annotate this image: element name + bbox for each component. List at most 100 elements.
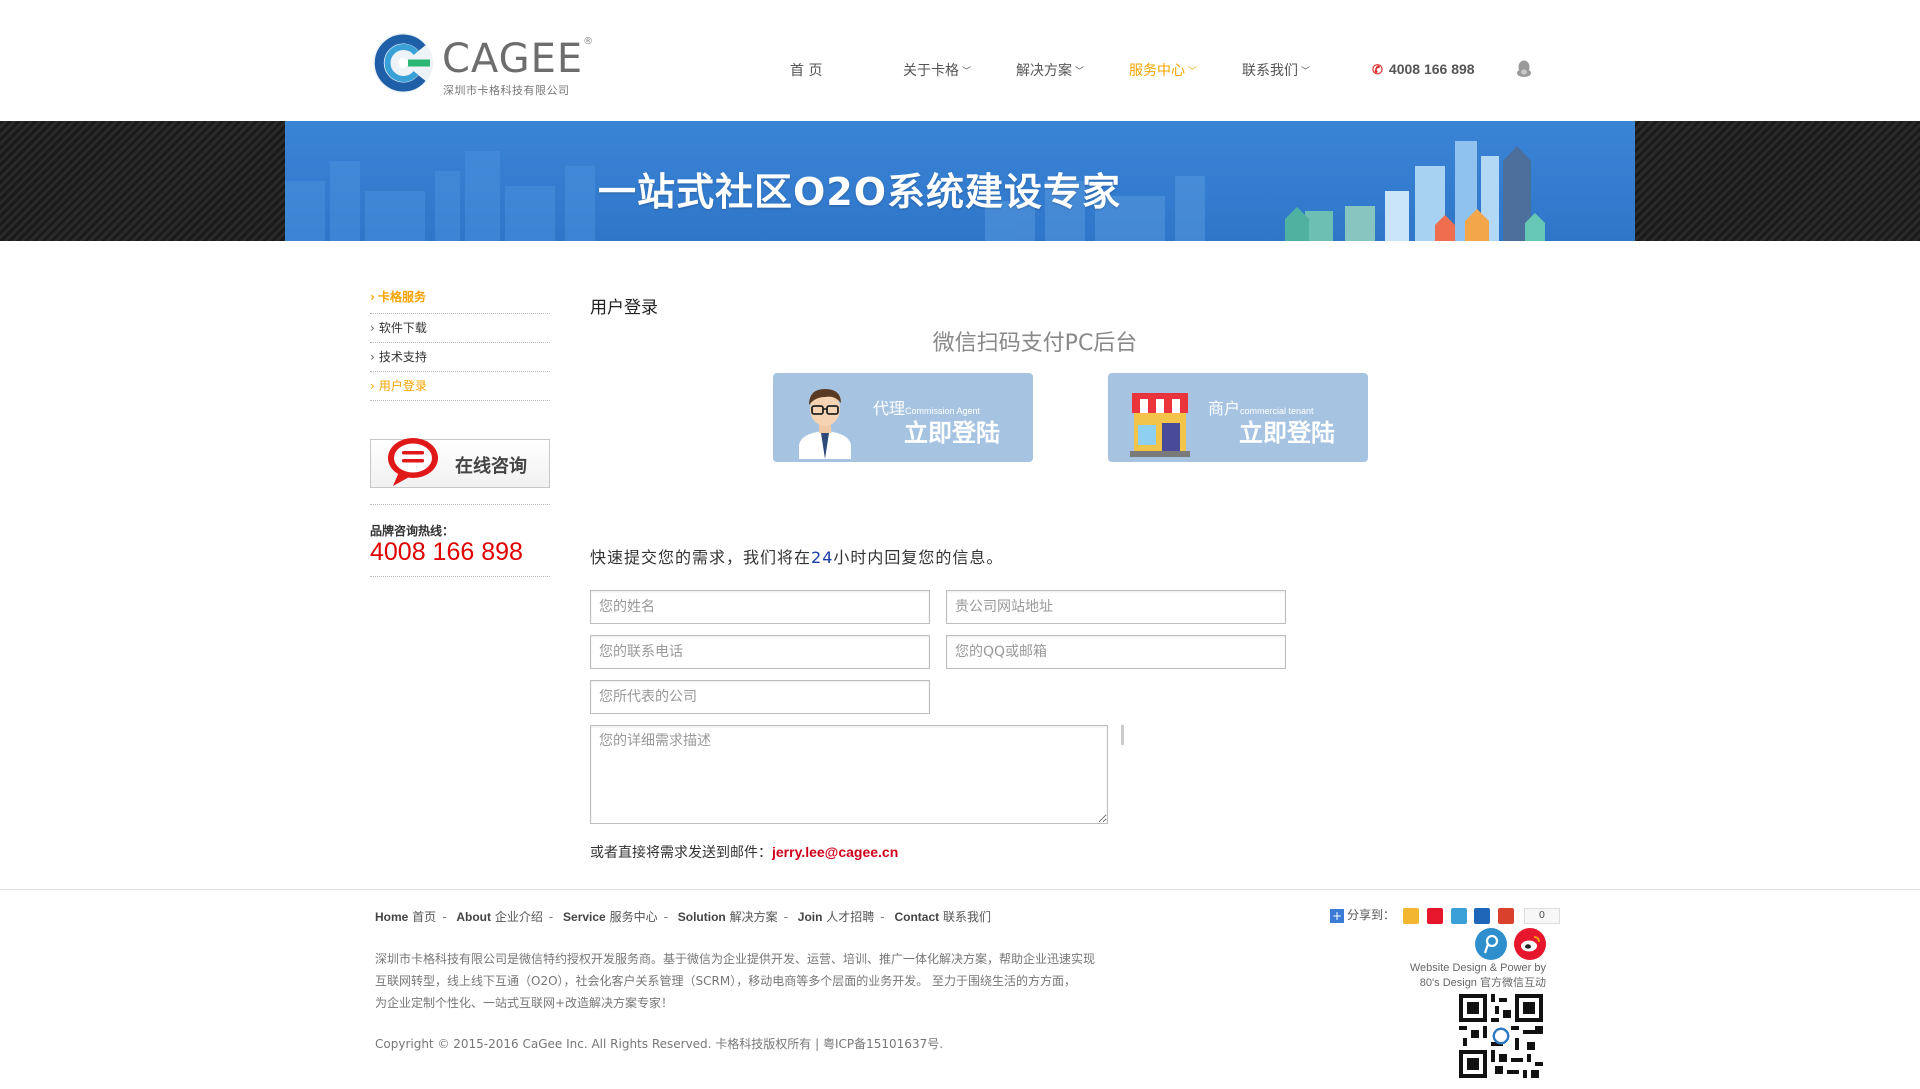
footer-link-en: Contact bbox=[894, 910, 940, 924]
cagee-logo-mark-icon bbox=[373, 33, 433, 93]
chevron-right-icon: › bbox=[370, 290, 375, 304]
hotline-number: 4008 166 898 bbox=[370, 538, 523, 566]
qzone-icon[interactable] bbox=[1402, 907, 1419, 924]
chevron-right-icon: › bbox=[370, 379, 375, 393]
sidebar-item-label: 用户登录 bbox=[378, 379, 427, 393]
company-description-line: 为企业定制个性化、一站式互联网+改造解决方案专家！ bbox=[375, 996, 674, 1010]
design-credit-line: Website Design & Power by bbox=[1409, 962, 1546, 974]
sidebar-item-label: 技术支持 bbox=[378, 350, 427, 364]
phone-icon: ✆ bbox=[1372, 62, 1383, 77]
qr-code-icon bbox=[1459, 994, 1543, 1078]
footer-link-join[interactable]: Join 人才招聘 bbox=[798, 910, 875, 924]
website-input[interactable] bbox=[946, 590, 1286, 624]
sina-weibo-round-icon[interactable] bbox=[1514, 928, 1546, 960]
sidebar-item-tech-support[interactable]: › 技术支持 bbox=[370, 343, 550, 372]
qq-penguin-icon[interactable] bbox=[1516, 60, 1532, 78]
share-count: 0 bbox=[1523, 907, 1560, 924]
chat-bubble-icon bbox=[388, 438, 438, 486]
footer-link-zh: 企业介绍 bbox=[494, 910, 543, 924]
qq-email-input[interactable] bbox=[946, 635, 1286, 669]
merchant-login-cta: 立即登陆 bbox=[1239, 419, 1335, 447]
chevron-down-icon: ﹀ bbox=[1075, 67, 1085, 77]
nav-item-label: 首 页 bbox=[790, 63, 823, 79]
sidebar-item-software-download[interactable]: › 软件下载 bbox=[370, 314, 550, 343]
footer-link-home[interactable]: Home 首页 bbox=[375, 910, 436, 924]
design-credit-line: 80's Design 官方微信互动 bbox=[1419, 977, 1546, 989]
footer-link-zh: 人才招聘 bbox=[826, 910, 875, 924]
renren-icon[interactable] bbox=[1474, 907, 1491, 924]
nav-item-label: 解决方案 bbox=[1016, 63, 1072, 79]
footer-link-en: About bbox=[456, 910, 492, 924]
description-textarea[interactable] bbox=[590, 725, 1108, 824]
chevron-right-icon: › bbox=[370, 321, 375, 335]
footer-link-en: Solution bbox=[677, 910, 726, 924]
online-consult-button[interactable]: 在线咨询 bbox=[370, 438, 550, 488]
nav-item-solutions[interactable]: 解决方案 ﹀ bbox=[1016, 60, 1084, 80]
nav-item-home[interactable]: 首 页 bbox=[790, 60, 822, 80]
banner-title: 一站式社区O2O系统建设专家 bbox=[598, 170, 1122, 214]
footer-separator: - bbox=[663, 910, 668, 924]
online-consult-label: 在线咨询 bbox=[455, 456, 527, 477]
company-input[interactable] bbox=[590, 680, 930, 714]
footer-link-contact[interactable]: Contact 联系我们 bbox=[894, 910, 991, 924]
form-intro-text: 小时内回复您的信息。 bbox=[833, 548, 1004, 567]
sidebar-item-user-login[interactable]: › 用户登录 bbox=[370, 372, 550, 401]
nav-item-contact[interactable]: 联系我们 ﹀ bbox=[1242, 60, 1310, 80]
company-description-line: 深圳市卡格科技有限公司是微信特约授权开发服务商。基于微信为企业提供开发、运营、培… bbox=[375, 952, 1096, 966]
nav-item-service-center[interactable]: 服务中心 ﹀ bbox=[1129, 60, 1197, 80]
chevron-down-icon: ﹀ bbox=[1301, 67, 1311, 77]
footer-link-zh: 服务中心 bbox=[609, 910, 658, 924]
sidebar-divider bbox=[370, 576, 550, 577]
email-link[interactable]: jerry.lee@cagee.cn bbox=[772, 844, 898, 860]
share-plus-icon[interactable]: + bbox=[1330, 908, 1344, 923]
header-phone-number: 4008 166 898 bbox=[1388, 61, 1475, 77]
footer-separator: - bbox=[783, 910, 788, 924]
footer-link-en: Home bbox=[375, 910, 409, 924]
agent-login-cta: 立即登陆 bbox=[904, 419, 1000, 447]
chevron-down-icon: ﹀ bbox=[962, 67, 972, 77]
share-bar: + 分享到： 0 bbox=[1330, 906, 1560, 924]
footer-link-about[interactable]: About 企业介绍 bbox=[456, 910, 543, 924]
phone-input[interactable] bbox=[590, 635, 930, 669]
form-intro-hours: 24 bbox=[811, 548, 834, 567]
sina-weibo-icon[interactable] bbox=[1426, 907, 1443, 924]
company-description-line: 互联网转型，线上线下互通（O2O），社会化客户关系管理（SCRM），移动电商等多… bbox=[375, 974, 1077, 988]
wechat-pay-heading: 微信扫码支付PC后台 bbox=[932, 331, 1138, 356]
tencent-weibo-round-icon[interactable] bbox=[1475, 928, 1507, 960]
nav-item-about[interactable]: 关于卡格 ﹀ bbox=[903, 60, 971, 80]
sidebar-heading-label: 卡格服务 bbox=[377, 290, 426, 304]
chevron-down-icon: ﹀ bbox=[1188, 67, 1198, 77]
footer-separator: - bbox=[442, 910, 447, 924]
form-intro: 快速提交您的需求，我们将在24小时内回复您的信息。 bbox=[590, 544, 1003, 568]
nav-item-label: 关于卡格 bbox=[903, 63, 959, 79]
footer-nav: Home 首页 - About 企业介绍 - Service 服务中心 - Solut… bbox=[375, 908, 991, 925]
site-header: CAGEE® 深圳市卡格科技有限公司 首 页 关于卡格 ﹀ 解决方案 ﹀ 服务中心 ﹀… bbox=[0, 0, 1920, 121]
footer-link-service[interactable]: Service 服务中心 bbox=[563, 910, 658, 924]
footer-link-solution[interactable]: Solution 解决方案 bbox=[678, 910, 778, 924]
sidebar: › 卡格服务 › 软件下载 › 技术支持 › 用户登录 在线咨询 品牌咨询热线： 400… bbox=[370, 288, 550, 577]
form-scrollbar[interactable] bbox=[1121, 725, 1124, 745]
site-logo[interactable]: CAGEE® 深圳市卡格科技有限公司 bbox=[370, 30, 593, 100]
agent-role-zh: 代理 bbox=[873, 399, 906, 418]
logo-wordmark: CAGEE bbox=[442, 36, 584, 82]
nav-item-label: 服务中心 bbox=[1129, 63, 1185, 79]
merchant-login-button[interactable]: 商户commercial tenant 立即登陆 bbox=[1108, 373, 1368, 462]
footer-link-zh: 解决方案 bbox=[729, 910, 778, 924]
tencent-weibo-icon[interactable] bbox=[1450, 907, 1467, 924]
registered-mark-icon: ® bbox=[583, 36, 595, 47]
name-input[interactable] bbox=[590, 590, 930, 624]
footer-link-zh: 联系我们 bbox=[942, 910, 991, 924]
agent-login-button[interactable]: 代理Commission Agent 立即登陆 bbox=[773, 373, 1033, 462]
footer-link-zh: 首页 bbox=[412, 910, 437, 924]
footer-link-en: Join bbox=[797, 910, 823, 924]
company-description: 深圳市卡格科技有限公司是微信特约授权开发服务商。基于微信为企业提供开发、运营、培… bbox=[375, 948, 1110, 1014]
storefront-icon bbox=[1130, 393, 1190, 457]
email-label: 或者直接将需求发送到邮件： bbox=[590, 845, 772, 861]
kaixin-icon[interactable] bbox=[1498, 907, 1515, 924]
email-line: 或者直接将需求发送到邮件：jerry.lee@cagee.cn bbox=[590, 842, 898, 862]
merchant-role-zh: 商户 bbox=[1208, 399, 1241, 418]
share-label: 分享到： bbox=[1347, 908, 1396, 922]
sidebar-item-label: 软件下载 bbox=[378, 321, 427, 335]
sidebar-divider bbox=[370, 504, 550, 505]
nav-item-label: 联系我们 bbox=[1242, 63, 1298, 79]
